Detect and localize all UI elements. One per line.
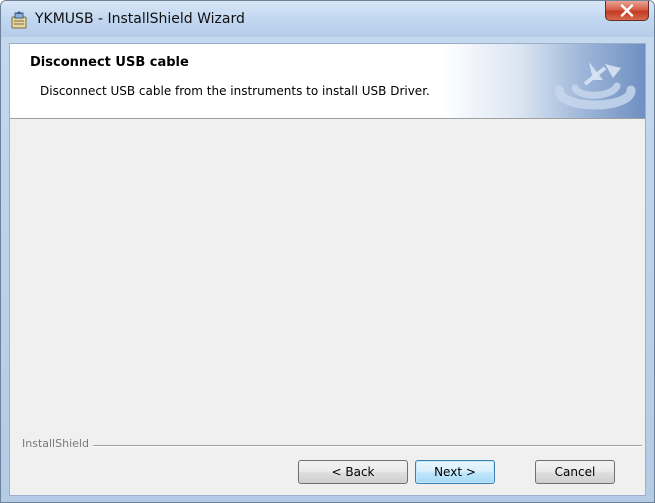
separator-line bbox=[22, 445, 642, 447]
installer-window: YKMUSB - InstallShield Wizard Disconnect… bbox=[0, 0, 655, 503]
title-bar[interactable]: YKMUSB - InstallShield Wizard bbox=[1, 1, 654, 37]
banner-subtitle: Disconnect USB cable from the instrument… bbox=[40, 84, 430, 98]
next-button[interactable]: Next > bbox=[415, 460, 495, 484]
close-button[interactable] bbox=[605, 1, 649, 21]
banner-title: Disconnect USB cable bbox=[30, 55, 189, 70]
brand-separator: InstallShield bbox=[22, 437, 642, 453]
wizard-body bbox=[10, 119, 645, 424]
installshield-brand-label: InstallShield bbox=[22, 437, 93, 450]
wizard-banner: Disconnect USB cable Disconnect USB cabl… bbox=[10, 44, 645, 119]
wizard-client-area: Disconnect USB cable Disconnect USB cabl… bbox=[9, 43, 646, 496]
back-button[interactable]: < Back bbox=[298, 460, 408, 484]
installshield-logo-icon bbox=[554, 62, 636, 110]
window-title: YKMUSB - InstallShield Wizard bbox=[35, 11, 245, 27]
cancel-button[interactable]: Cancel bbox=[535, 460, 615, 484]
installer-icon bbox=[9, 10, 29, 30]
close-icon bbox=[620, 4, 634, 17]
